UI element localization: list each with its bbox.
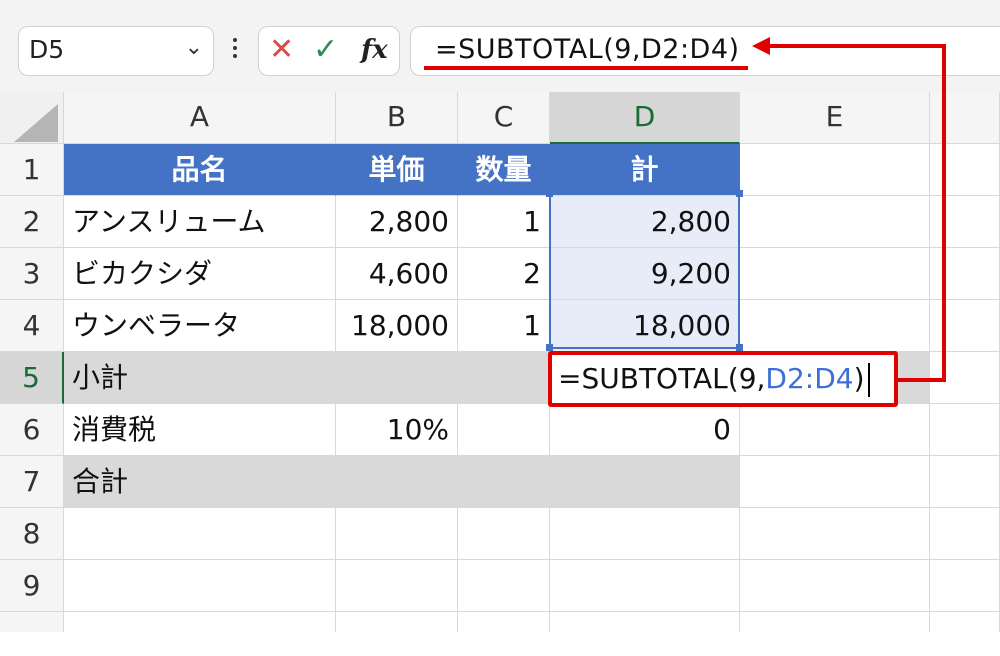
cell-f6[interactable] — [930, 404, 1000, 456]
cell-a8[interactable] — [64, 508, 336, 560]
cell-e8[interactable] — [740, 508, 930, 560]
formula-buttons: ✕ ✓ fx — [258, 26, 400, 76]
formula-prefix: =SUBTOTAL(9, — [558, 362, 766, 395]
column-header-e[interactable]: E — [740, 92, 930, 144]
cell-c1[interactable]: 数量 — [458, 144, 550, 196]
cell-f2[interactable] — [930, 196, 1000, 248]
cell-e7[interactable] — [740, 456, 930, 508]
cell-b10[interactable] — [336, 612, 458, 632]
column-header-b[interactable]: B — [336, 92, 458, 144]
chevron-down-icon[interactable]: ⌄ — [185, 35, 203, 60]
range-handle-icon[interactable] — [736, 344, 743, 351]
row-header-1[interactable]: 1 — [0, 144, 64, 196]
cell-f1[interactable] — [930, 144, 1000, 196]
cell-f5[interactable] — [930, 352, 1000, 404]
cell-e9[interactable] — [740, 560, 930, 612]
more-options-icon[interactable] — [230, 34, 240, 64]
formula-underline-annotation — [424, 66, 748, 70]
bottom-cutoff — [0, 632, 1000, 656]
cell-d9[interactable] — [550, 560, 740, 612]
row-header-9[interactable]: 9 — [0, 560, 64, 612]
cell-b3[interactable]: 4,600 — [336, 248, 458, 300]
cell-c6[interactable] — [458, 404, 550, 456]
cell-c8[interactable] — [458, 508, 550, 560]
column-header-a[interactable]: A — [64, 92, 336, 144]
cell-f3[interactable] — [930, 248, 1000, 300]
cell-a7[interactable]: 合計 — [64, 456, 740, 508]
formula-reference: D2:D4 — [765, 362, 854, 395]
cell-f8[interactable] — [930, 508, 1000, 560]
cell-e6[interactable] — [740, 404, 930, 456]
cell-a5[interactable]: 小計 — [64, 352, 550, 404]
cell-e4[interactable] — [740, 300, 930, 352]
cell-d1[interactable]: 計 — [550, 144, 740, 196]
cell-a3[interactable]: ビカクシダ — [64, 248, 336, 300]
cell-b6[interactable]: 10% — [336, 404, 458, 456]
cell-e10[interactable] — [740, 612, 930, 632]
cell-e3[interactable] — [740, 248, 930, 300]
cell-e1[interactable] — [740, 144, 930, 196]
column-header-c[interactable]: C — [458, 92, 550, 144]
select-all-corner[interactable] — [0, 92, 64, 144]
cell-a10[interactable] — [64, 612, 336, 632]
cell-c10[interactable] — [458, 612, 550, 632]
range-handle-icon[interactable] — [546, 190, 553, 197]
cell-b8[interactable] — [336, 508, 458, 560]
name-box-value: D5 — [29, 35, 65, 64]
cell-d10[interactable] — [550, 612, 740, 632]
row-header-3[interactable]: 3 — [0, 248, 64, 300]
cell-c4[interactable]: 1 — [458, 300, 550, 352]
row-header-7[interactable]: 7 — [0, 456, 64, 508]
cell-d2[interactable]: 2,800 — [550, 196, 740, 248]
cell-b4[interactable]: 18,000 — [336, 300, 458, 352]
cell-e2[interactable] — [740, 196, 930, 248]
cell-f9[interactable] — [930, 560, 1000, 612]
row-header-6[interactable]: 6 — [0, 404, 64, 456]
cell-a4[interactable]: ウンベラータ — [64, 300, 336, 352]
column-header-f[interactable] — [930, 92, 1000, 144]
cell-d5-editing[interactable]: =SUBTOTAL(9,D2:D4) — [548, 351, 898, 407]
cell-b2[interactable]: 2,800 — [336, 196, 458, 248]
name-box[interactable]: D5 ⌄ — [18, 26, 214, 76]
cell-f7[interactable] — [930, 456, 1000, 508]
row-header-8[interactable]: 8 — [0, 508, 64, 560]
fx-icon[interactable]: fx — [361, 33, 388, 67]
cell-d4[interactable]: 18,000 — [550, 300, 740, 352]
cell-c2[interactable]: 1 — [458, 196, 550, 248]
cell-a6[interactable]: 消費税 — [64, 404, 336, 456]
cancel-x-icon[interactable]: ✕ — [269, 33, 294, 67]
cell-d6[interactable]: 0 — [550, 404, 740, 456]
cell-a2[interactable]: アンスリューム — [64, 196, 336, 248]
cell-f4[interactable] — [930, 300, 1000, 352]
cell-d5-formula: =SUBTOTAL(9,D2:D4) — [558, 357, 870, 401]
cell-c9[interactable] — [458, 560, 550, 612]
row-header-4[interactable]: 4 — [0, 300, 64, 352]
cell-a9[interactable] — [64, 560, 336, 612]
cell-f10[interactable] — [930, 612, 1000, 632]
formula-suffix: ) — [853, 362, 865, 395]
row-header-2[interactable]: 2 — [0, 196, 64, 248]
cell-d8[interactable] — [550, 508, 740, 560]
formula-toolbar: D5 ⌄ ✕ ✓ fx =SUBTOTAL(9,D2:D4) — [0, 0, 1000, 92]
check-icon[interactable]: ✓ — [313, 33, 338, 67]
cell-c3[interactable]: 2 — [458, 248, 550, 300]
range-handle-icon[interactable] — [736, 190, 743, 197]
row-header-5[interactable]: 5 — [0, 352, 64, 404]
cell-a1[interactable]: 品名 — [64, 144, 336, 196]
row-header-10[interactable] — [0, 612, 64, 632]
cell-d3[interactable]: 9,200 — [550, 248, 740, 300]
text-caret — [867, 363, 870, 397]
column-header-d[interactable]: D — [550, 92, 740, 144]
formula-bar-text: =SUBTOTAL(9,D2:D4) — [435, 34, 740, 65]
cell-b1[interactable]: 単価 — [336, 144, 458, 196]
range-handle-icon[interactable] — [546, 344, 553, 351]
cell-b9[interactable] — [336, 560, 458, 612]
